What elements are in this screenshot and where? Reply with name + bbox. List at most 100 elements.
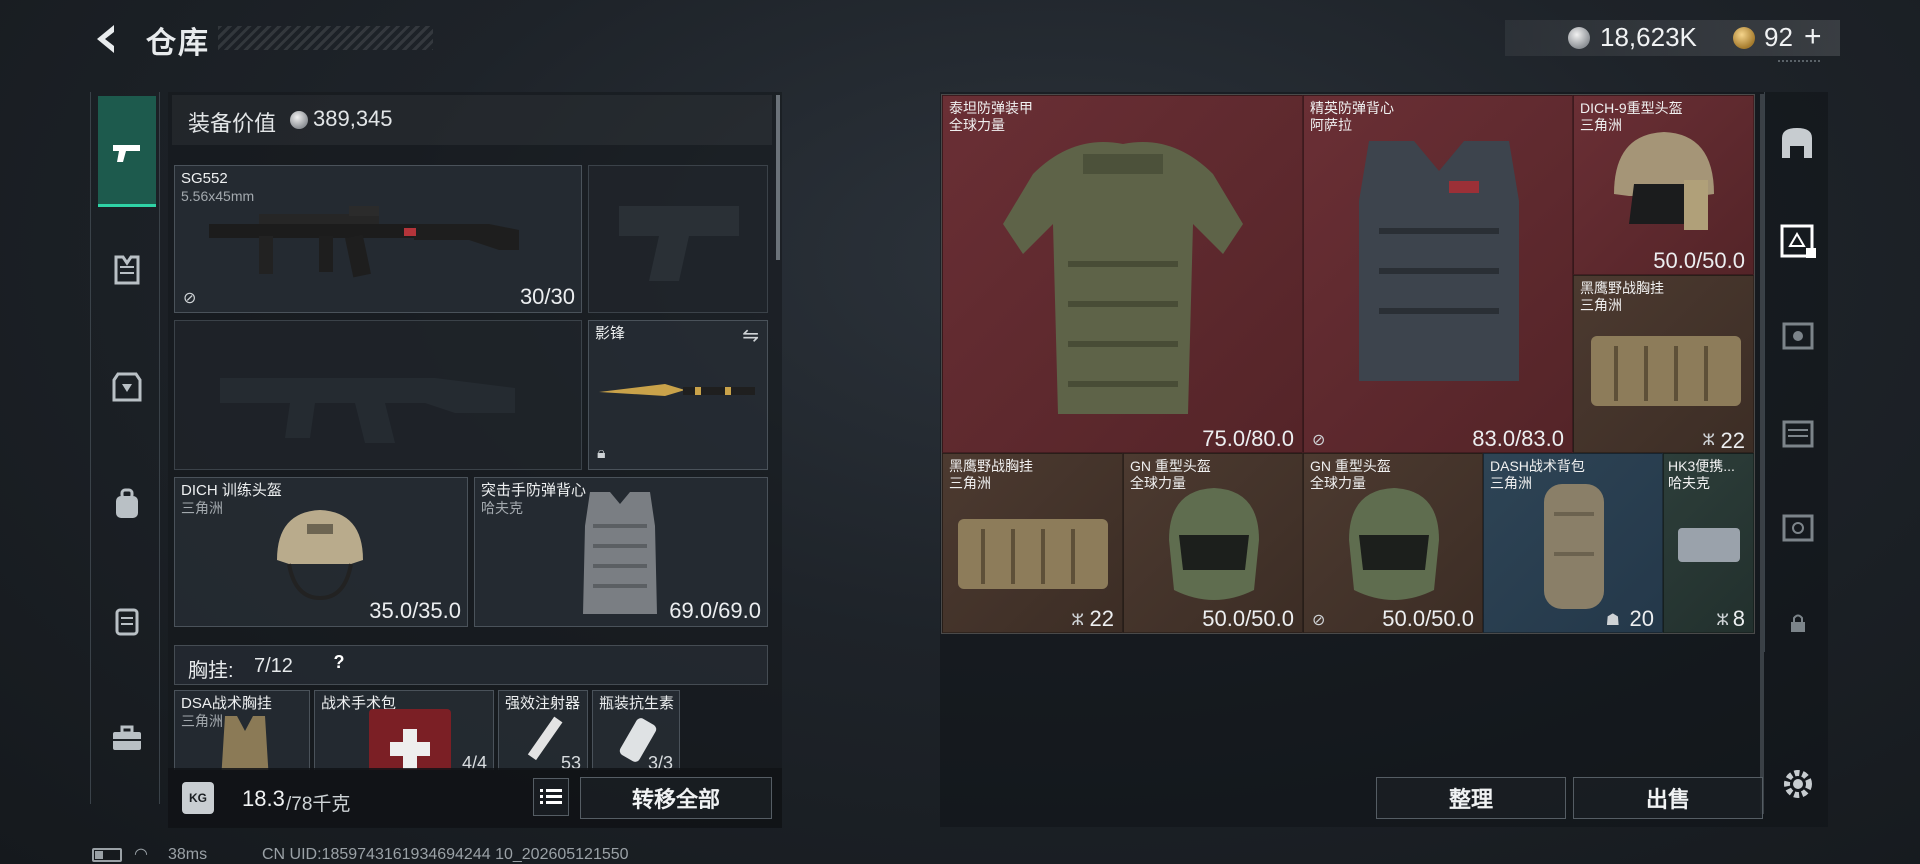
- pistol-placeholder-icon: [619, 206, 739, 281]
- silver-coin-icon: [1568, 27, 1590, 49]
- item-durability: 75.0/80.0: [1202, 426, 1294, 451]
- gold-coin-icon: [1733, 27, 1755, 49]
- list-view-button[interactable]: [533, 778, 569, 816]
- item-name: GN 重型头盔: [1310, 458, 1391, 474]
- tab-backpacks[interactable]: [110, 487, 144, 521]
- vest-icon: [583, 492, 657, 614]
- rig-item[interactable]: DSA战术胸挂 三角洲: [174, 690, 310, 770]
- rig-icon: ⵣ: [1702, 432, 1715, 449]
- item-maker: 三角洲: [949, 475, 991, 491]
- rig-item-name: 强效注射器: [505, 695, 581, 712]
- settings-icon[interactable]: [1780, 766, 1816, 802]
- chest-rig-icon: [958, 519, 1108, 589]
- warehouse-item[interactable]: GN 重型头盔 全球力量 ⊘ 50.0/50.0: [1303, 453, 1483, 633]
- heavy-armor-icon: [1003, 142, 1243, 414]
- melee-name: 影锋: [595, 325, 626, 342]
- medkit-icon: [369, 709, 451, 770]
- silver-coin-icon: [290, 111, 308, 129]
- warehouse-item[interactable]: 黑鹰野战胸挂 三角洲 ⵣ 22: [942, 453, 1123, 633]
- warehouse-item[interactable]: DICH-9重型头盔 三角洲 50.0/50.0: [1573, 95, 1754, 275]
- item-capacity: 20: [1629, 606, 1654, 631]
- tab-decoration: [1778, 60, 1820, 76]
- warehouse-item[interactable]: DASH战术背包 三角洲 ☗ 20: [1483, 453, 1663, 633]
- tab-stash-1[interactable]: [1776, 218, 1820, 262]
- armor-slot[interactable]: 突击手防弹背心 哈夫克 69.0/69.0: [474, 477, 768, 627]
- tab-rigs[interactable]: [110, 253, 144, 287]
- current-weight: 18.3: [242, 786, 285, 811]
- helmet-icon: [277, 510, 363, 601]
- equipment-value: 389,345: [313, 106, 393, 131]
- item-durability: 50.0/50.0: [1202, 606, 1294, 631]
- armor-durability: 69.0/69.0: [669, 598, 761, 623]
- item-name: 精英防弹背心: [1310, 100, 1394, 116]
- pistol-icon: [110, 135, 144, 169]
- warehouse-item[interactable]: GN 重型头盔 全球力量 50.0/50.0: [1123, 453, 1303, 633]
- item-maker: 哈夫克: [1668, 475, 1710, 491]
- no-insure-icon: ⊘: [1312, 612, 1326, 629]
- loadout-scrollbar[interactable]: [776, 95, 780, 260]
- rig-icon: ⵣ: [1716, 612, 1729, 629]
- tab-safe-box[interactable]: [1778, 124, 1816, 162]
- warehouse-tabs: [1764, 92, 1829, 652]
- secondary-weapon-slot[interactable]: [174, 320, 582, 470]
- warehouse-item[interactable]: 泰坦防弹装甲 全球力量 75.0/80.0: [942, 95, 1303, 453]
- warehouse-item[interactable]: HK3便携... 哈夫克 ⵣ 8: [1663, 453, 1754, 633]
- item-name: HK3便携...: [1668, 458, 1735, 474]
- list-icon: [540, 789, 562, 804]
- sort-button[interactable]: 整理: [1376, 777, 1566, 819]
- rig-item[interactable]: 瓶装抗生素 3/3: [592, 690, 680, 770]
- weight-icon: KG: [182, 782, 214, 814]
- rifle-icon: [209, 206, 519, 278]
- item-capacity: 22: [1089, 606, 1114, 631]
- backpack-capacity-icon: ☗: [1605, 612, 1620, 629]
- item-name: GN 重型头盔: [1130, 458, 1211, 474]
- sell-button[interactable]: 出售: [1573, 777, 1763, 819]
- rig-label: 胸挂:: [188, 660, 234, 682]
- item-name: DASH战术背包: [1490, 458, 1585, 474]
- add-currency-button[interactable]: +: [1804, 20, 1822, 54]
- helmet-icon: [1349, 488, 1439, 600]
- rifle-placeholder-icon: [220, 378, 515, 443]
- swap-icon[interactable]: ⇋: [742, 323, 759, 348]
- silver-balance: 18,623K: [1600, 22, 1697, 52]
- primary-weapon-slot[interactable]: SG552 5.56x45mm ⊘ 30/30: [174, 165, 582, 313]
- sidearm-slot[interactable]: [588, 165, 768, 313]
- item-durability: 50.0/50.0: [1382, 606, 1474, 631]
- weapon-ammo: 30/30: [519, 284, 575, 309]
- battery-icon: [92, 848, 122, 862]
- help-icon[interactable]: ?: [328, 652, 350, 676]
- warehouse-item[interactable]: 黑鹰野战胸挂 三角洲 22 ⵣ: [1573, 275, 1754, 453]
- item-name: DICH-9重型头盔: [1580, 100, 1683, 116]
- helmet-maker: 三角洲: [181, 500, 223, 516]
- tab-armor[interactable]: [110, 370, 144, 404]
- page-title: 仓库: [146, 27, 210, 60]
- helmet-icon: [1169, 488, 1259, 600]
- tab-stash-4[interactable]: [1776, 504, 1820, 548]
- transfer-all-button[interactable]: 转移全部: [580, 777, 772, 819]
- wifi-icon: ◠: [134, 846, 148, 863]
- lock-icon: [1788, 612, 1808, 634]
- item-durability: 83.0/83.0: [1472, 426, 1564, 451]
- tab-toolbox[interactable]: [110, 722, 144, 756]
- tab-stash-2[interactable]: [1776, 312, 1820, 356]
- rig-items: DSA战术胸挂 三角洲 战术手术包 4/4 强效注射器 53 瓶装抗生素 3/3: [174, 690, 768, 770]
- lock-icon: 🔒︎: [597, 445, 606, 462]
- rig-item[interactable]: 战术手术包 4/4: [314, 690, 494, 770]
- item-durability: 50.0/50.0: [1653, 248, 1745, 273]
- tab-stash-3[interactable]: [1776, 410, 1820, 454]
- rig-count: 7/12: [254, 655, 293, 677]
- melee-slot[interactable]: 影锋 ⇋ 🔒︎: [588, 320, 768, 470]
- no-insure-icon: ⊘: [1312, 432, 1326, 449]
- rig-item[interactable]: 强效注射器 53: [498, 690, 588, 770]
- gold-balance: 92: [1764, 22, 1793, 52]
- helmet-slot[interactable]: DICH 训练头盔 三角洲 35.0/35.0: [174, 477, 468, 627]
- player-uid: CN UID:1859743161934694244 10_2026051215…: [262, 846, 629, 863]
- tab-containers[interactable]: [110, 604, 144, 638]
- rig-icon: ⵣ: [1071, 612, 1084, 629]
- armor-maker: 哈夫克: [481, 500, 523, 516]
- no-insure-icon: ⊘: [183, 290, 197, 307]
- back-icon[interactable]: [92, 22, 118, 56]
- armor-name: 突击手防弹背心: [481, 482, 587, 499]
- title-decoration: [218, 26, 433, 50]
- warehouse-item[interactable]: 精英防弹背心 阿萨拉 ⊘ 83.0/83.0: [1303, 95, 1573, 453]
